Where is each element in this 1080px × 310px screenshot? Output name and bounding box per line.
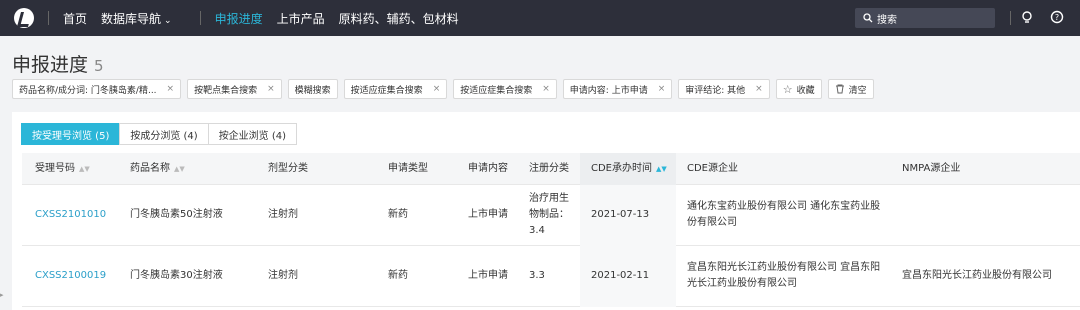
nav-divider [1010, 11, 1011, 25]
nav-item-api-excipients[interactable]: 原料药、辅药、包材料 [339, 10, 459, 27]
filter-chip-review-conclusion[interactable]: 审评结论: 其他 × [678, 79, 770, 99]
registration-class-line: 物制品： [529, 209, 569, 220]
column-header-nmpa-company: NMPA源企业 [902, 163, 961, 174]
sort-icon[interactable]: ▲▼ [656, 165, 667, 173]
sort-icon[interactable]: ▲▼ [79, 165, 90, 173]
column-header-label: CDE承办时间 [591, 163, 653, 174]
trash-icon [835, 84, 844, 94]
nav-divider [199, 11, 201, 25]
application-content-cell: 上市申请 [468, 209, 508, 220]
search-icon [863, 13, 873, 23]
sidebar-expand-handle[interactable]: ▸ [0, 288, 8, 302]
acceptance-number-link[interactable]: CXSS2101010 [35, 207, 106, 223]
cde-company-line: 通化东宝药业股份有限公司 通化东宝药业股 [687, 201, 881, 212]
registration-class-line: 治疗用生 [529, 193, 569, 204]
column-header-application-type: 申请类型 [388, 163, 428, 174]
filter-chip-target[interactable]: 按靶点集合搜索 × [187, 79, 282, 99]
filter-chip-application-content[interactable]: 申请内容: 上市申请 × [562, 79, 673, 99]
favorite-label: 收藏 [796, 85, 815, 96]
cde-company-cell: 通化东宝药业股份有限公司 通化东宝药业股 份有限公司 [687, 199, 880, 231]
column-header-registration-class: 注册分类 [529, 163, 569, 174]
view-tabs: 按受理号浏览 (5) 按成分浏览 (4) 按企业浏览 (4) [21, 123, 298, 145]
filter-chip-label: 模糊搜索 [294, 85, 331, 96]
filter-chip-bar: 药品名称/成分词: 门冬胰岛素/精... × 按靶点集合搜索 × 模糊搜索 按适应症… [12, 79, 880, 99]
filter-chip-label: 按靶点集合搜索 [194, 85, 258, 96]
nav-item-application-progress[interactable]: 申报进度 [215, 10, 263, 27]
column-header-drug-name[interactable]: 药品名称 ▲▼ [130, 153, 185, 185]
drug-name-cell: 门冬胰岛素50注射液 [130, 209, 223, 220]
chevron-down-icon: ⌄ [164, 15, 172, 26]
filter-chip-indication-2[interactable]: 按适应症集合搜索 × [453, 79, 557, 99]
clear-button[interactable]: 清空 [827, 79, 874, 99]
column-header-label: 受理号码 [35, 163, 75, 174]
table-row[interactable]: CXSS2100019 门冬胰岛素30注射液 注射剂 新药 上市申请 3.3 2… [22, 246, 1080, 307]
tab-by-ingredient[interactable]: 按成分浏览 (4) [119, 123, 209, 145]
column-header-dosage-form: 剂型分类 [268, 163, 308, 174]
filter-chip-drug-name[interactable]: 药品名称/成分词: 门冬胰岛素/精... × [12, 79, 182, 99]
cde-company-line: 宜昌东阳光长江药业股份有限公司 宜昌东阳 [687, 262, 881, 273]
filter-chip-label: 按适应症集合搜索 [350, 85, 423, 96]
column-header-acceptance-number[interactable]: 受理号码 ▲▼ [35, 153, 90, 185]
application-type-cell: 新药 [388, 270, 408, 281]
drug-name-cell: 门冬胰岛素30注射液 [130, 270, 223, 281]
lightbulb-icon[interactable] [1020, 10, 1034, 24]
nav-item-home[interactable]: 首页 [63, 10, 87, 27]
column-header-cde-date[interactable]: CDE承办时间 ▲▼ [580, 153, 676, 185]
results-panel: 按受理号浏览 (5) 按成分浏览 (4) 按企业浏览 (4) 受理号码 ▲▼ 药品… [12, 112, 1080, 310]
top-nav-bar: 首页 数据库导航 ⌄ 申报进度 上市产品 原料药、辅药、包材料 搜索 ? [0, 0, 1080, 36]
application-type-cell: 新药 [388, 209, 408, 220]
svg-text:?: ? [1055, 13, 1059, 22]
table-row[interactable]: CXSS2101010 门冬胰岛素50注射液 注射剂 新药 上市申请 治疗用生 … [22, 185, 1080, 246]
table-header: 受理号码 ▲▼ 药品名称 ▲▼ 剂型分类 申请类型 申请内容 注册分类 CDE承办时… [22, 153, 1080, 185]
registration-class-cell: 治疗用生 物制品： 3.4 [529, 191, 577, 239]
close-icon[interactable]: × [755, 84, 763, 94]
dosage-form-cell: 注射剂 [268, 209, 298, 220]
close-icon[interactable]: × [167, 84, 175, 94]
page-title-text: 申报进度 [12, 54, 89, 76]
search-input[interactable]: 搜索 [855, 8, 995, 28]
registration-class-line: 3.4 [529, 225, 545, 236]
favorite-button[interactable]: ☆ 收藏 [775, 79, 822, 99]
close-icon[interactable]: × [433, 84, 441, 94]
results-table: 受理号码 ▲▼ 药品名称 ▲▼ 剂型分类 申请类型 申请内容 注册分类 CDE承办时… [22, 153, 1080, 307]
cde-company-line: 份有限公司 [687, 217, 737, 228]
nmpa-company-cell: 宜昌东阳光长江药业股份有限公司 [902, 270, 1052, 281]
star-icon: ☆ [782, 82, 793, 96]
help-icon[interactable]: ? [1050, 10, 1064, 24]
cde-company-line: 光长江药业股份有限公司 [687, 278, 797, 289]
filter-chip-label: 药品名称/成分词: 门冬胰岛素/精... [19, 85, 157, 96]
filter-chip-label: 按适应症集合搜索 [460, 85, 533, 96]
nav-item-database[interactable]: 数据库导航 ⌄ [101, 10, 172, 27]
dosage-form-cell: 注射剂 [268, 270, 298, 281]
nav-item-marketed-products[interactable]: 上市产品 [277, 10, 325, 27]
clear-label: 清空 [848, 85, 867, 96]
nav-item-database-label: 数据库导航 [101, 11, 162, 26]
cde-date-cell: 2021-02-11 [591, 270, 650, 281]
result-count: 5 [94, 57, 104, 75]
cde-company-cell: 宜昌东阳光长江药业股份有限公司 宜昌东阳 光长江药业股份有限公司 [687, 260, 880, 292]
nav-divider [48, 11, 49, 25]
column-header-label: 药品名称 [130, 163, 170, 174]
column-header-cde-company: CDE源企业 [687, 163, 739, 174]
registration-class-cell: 3.3 [529, 270, 545, 281]
sort-icon[interactable]: ▲▼ [174, 165, 185, 173]
close-icon[interactable]: × [658, 84, 666, 94]
close-icon[interactable]: × [542, 84, 550, 94]
close-icon[interactable]: × [267, 84, 275, 94]
search-placeholder: 搜索 [877, 14, 897, 26]
filter-chip-fuzzy[interactable]: 模糊搜索 [287, 79, 338, 99]
cde-date-cell: 2021-07-13 [591, 209, 650, 220]
filter-chip-label: 审评结论: 其他 [685, 85, 746, 96]
filter-chip-label: 申请内容: 上市申请 [569, 85, 648, 96]
page-title: 申报进度 5 [12, 50, 104, 77]
tab-by-company[interactable]: 按企业浏览 (4) [207, 123, 298, 145]
column-header-application-content: 申请内容 [468, 163, 508, 174]
app-logo[interactable] [14, 8, 34, 28]
tab-by-acceptance-number[interactable]: 按受理号浏览 (5) [21, 123, 121, 145]
filter-chip-indication-1[interactable]: 按适应症集合搜索 × [343, 79, 448, 99]
acceptance-number-link[interactable]: CXSS2100019 [35, 268, 106, 284]
application-content-cell: 上市申请 [468, 270, 508, 281]
